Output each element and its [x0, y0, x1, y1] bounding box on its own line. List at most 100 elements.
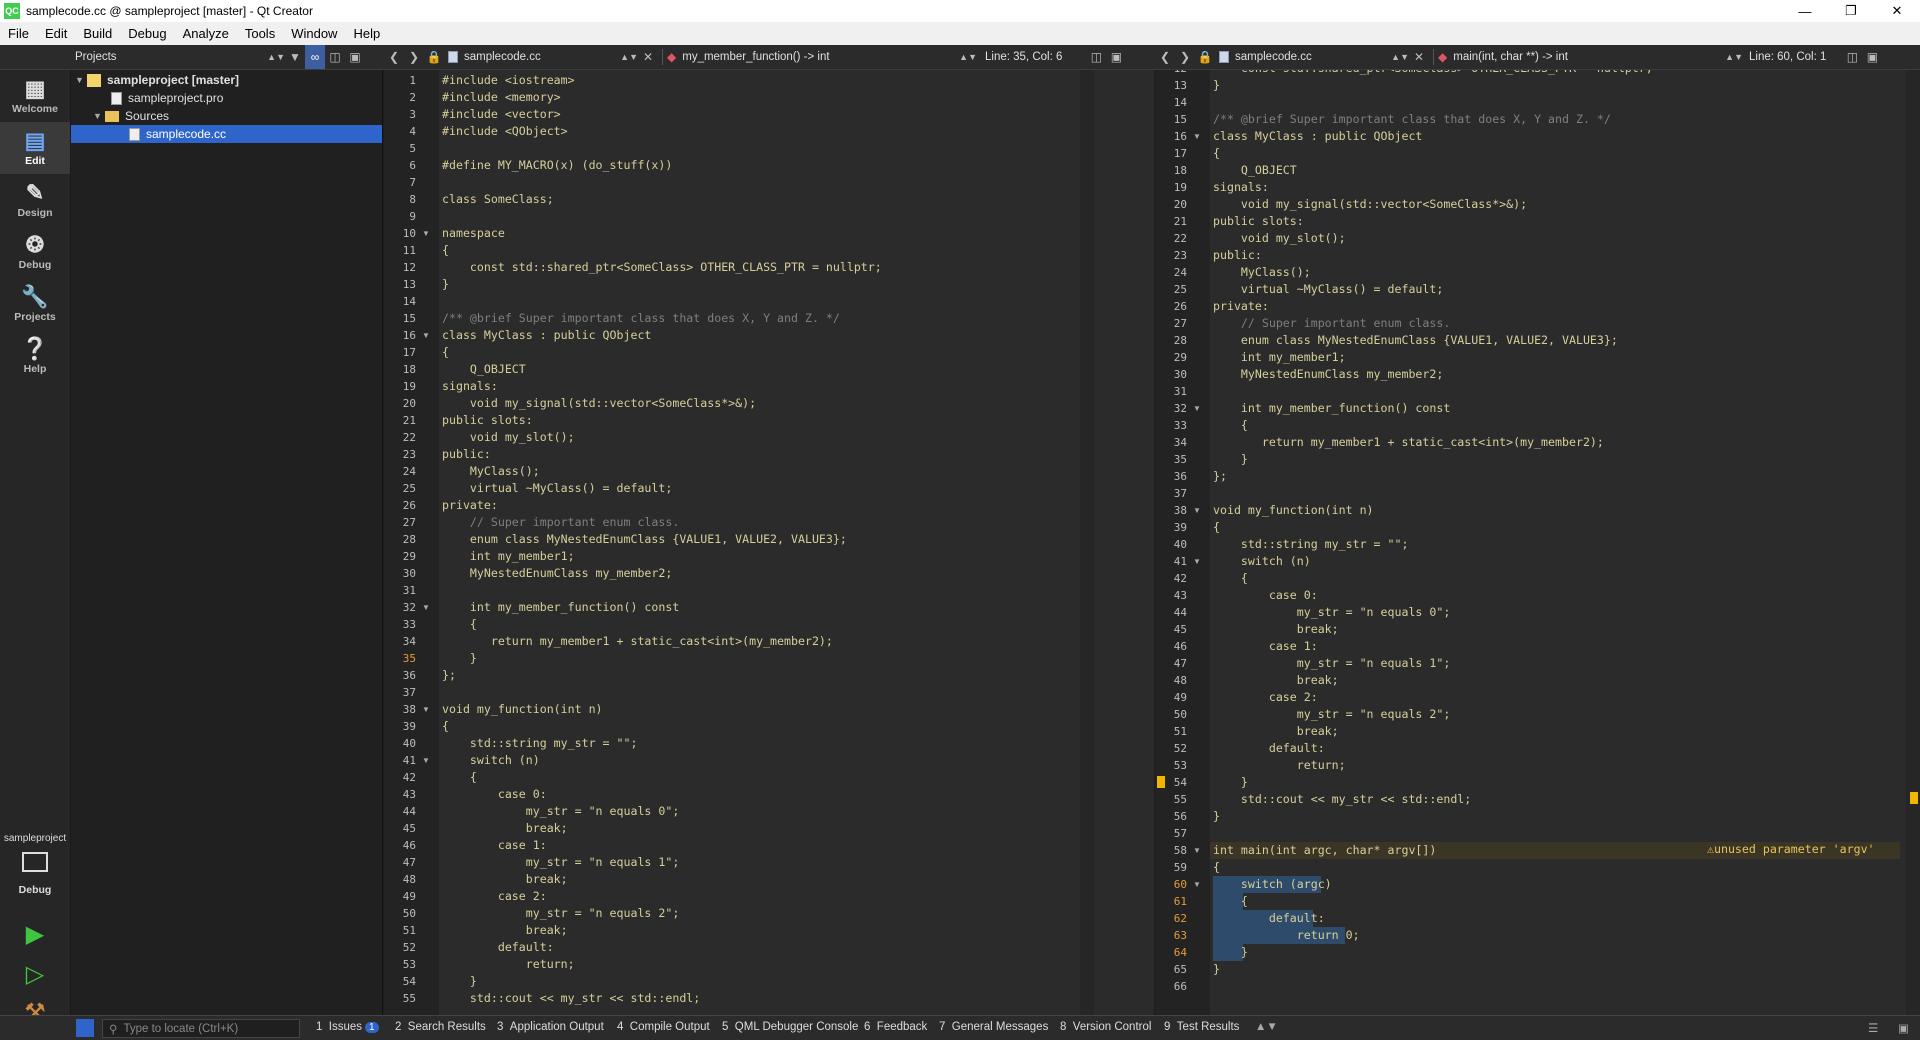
pane-search-results[interactable]: 2 Search Results: [395, 1021, 486, 1033]
code-line[interactable]: my_str = "n equals 2";: [1213, 706, 1451, 723]
code-line[interactable]: break;: [442, 922, 568, 939]
code-line[interactable]: {: [442, 769, 477, 786]
code-line[interactable]: my_str = "n equals 1";: [1213, 655, 1451, 672]
forward-arrow-icon[interactable]: ❯: [404, 45, 424, 69]
code-line[interactable]: signals:: [1213, 179, 1269, 196]
code-line[interactable]: std::string my_str = "";: [1213, 536, 1409, 553]
code-line[interactable]: #include <QObject>: [442, 123, 568, 140]
pane-test-results[interactable]: 9 Test Results: [1164, 1021, 1239, 1033]
code-line[interactable]: my_str = "n equals 2";: [442, 905, 680, 922]
right-file-selector[interactable]: samplecode.cc ▲▼: [1219, 51, 1409, 63]
code-line[interactable]: }: [1213, 451, 1248, 468]
code-line[interactable]: }: [442, 276, 449, 293]
code-line[interactable]: {: [1213, 417, 1248, 434]
code-line[interactable]: signals:: [442, 378, 498, 395]
code-line[interactable]: case 2:: [1213, 689, 1318, 706]
toggle-progress-icon[interactable]: ☰: [1868, 1021, 1878, 1035]
code-line[interactable]: {: [1213, 570, 1248, 587]
collapse-arrow-icon[interactable]: ▼: [93, 111, 105, 121]
code-line[interactable]: {: [1213, 893, 1248, 910]
code-line[interactable]: // Super important enum class.: [442, 514, 679, 531]
code-line[interactable]: return 0;: [1213, 927, 1360, 944]
code-line[interactable]: int my_member_function() const: [1213, 400, 1450, 417]
code-line[interactable]: enum class MyNestedEnumClass {VALUE1, VA…: [442, 531, 847, 548]
code-line[interactable]: case 1:: [442, 837, 547, 854]
fold-arrow-icon[interactable]: ▼: [1193, 557, 1201, 566]
code-line[interactable]: return;: [442, 956, 575, 973]
fold-arrow-icon[interactable]: ▼: [1193, 132, 1201, 141]
debug-run-button[interactable]: ▷: [22, 962, 48, 988]
tree-pro-file[interactable]: sampleproject.pro: [111, 89, 223, 107]
code-line[interactable]: break;: [1213, 672, 1339, 689]
code-line[interactable]: break;: [442, 820, 568, 837]
code-line[interactable]: void my_slot();: [1213, 230, 1346, 247]
code-line[interactable]: public:: [1213, 247, 1262, 264]
mode-edit[interactable]: ▤ Edit: [0, 122, 70, 174]
code-line[interactable]: {: [1213, 145, 1220, 162]
minimize-button[interactable]: —: [1782, 0, 1828, 22]
split-editor-icon[interactable]: ◫: [1086, 45, 1106, 69]
code-line[interactable]: void my_signal(std::vector<SomeClass*>&)…: [1213, 196, 1527, 213]
back-arrow-icon[interactable]: ❮: [384, 45, 404, 69]
pane-compile-output[interactable]: 4 Compile Output: [617, 1021, 710, 1033]
code-line[interactable]: int main(int argc, char* argv[]): [1213, 842, 1436, 859]
code-line[interactable]: private:: [1213, 298, 1269, 315]
code-line[interactable]: default:: [1213, 910, 1325, 927]
left-file-selector[interactable]: samplecode.cc ▲▼: [448, 51, 638, 63]
kit-selector[interactable]: sampleproject Debug: [0, 833, 70, 896]
split-editor-icon[interactable]: ◫: [1842, 45, 1862, 69]
code-line[interactable]: return;: [1213, 757, 1346, 774]
code-line[interactable]: MyClass();: [1213, 264, 1311, 281]
fold-arrow-icon[interactable]: ▼: [1193, 404, 1201, 413]
code-line[interactable]: case 1:: [1213, 638, 1318, 655]
close-split-icon[interactable]: ▣: [1106, 45, 1126, 69]
code-line[interactable]: my_str = "n equals 1";: [442, 854, 680, 871]
code-line[interactable]: }: [1213, 944, 1248, 961]
mode-design[interactable]: ✎ Design: [0, 174, 70, 226]
menu-tools[interactable]: Tools: [237, 26, 283, 41]
close-file-icon[interactable]: ✕: [1409, 45, 1429, 69]
toggle-output-icon[interactable]: ▣: [1898, 1021, 1909, 1035]
code-line[interactable]: MyNestedEnumClass my_member2;: [1213, 366, 1443, 383]
code-line[interactable]: {: [442, 344, 449, 361]
code-line[interactable]: private:: [442, 497, 498, 514]
code-line[interactable]: MyNestedEnumClass my_member2;: [442, 565, 672, 582]
fold-arrow-icon[interactable]: ▼: [1193, 880, 1201, 889]
fold-arrow-icon[interactable]: ▼: [422, 756, 430, 765]
pane-qml-debugger[interactable]: 5 QML Debugger Console: [722, 1021, 858, 1033]
right-editor-scrollbar[interactable]: [1906, 70, 1920, 1015]
code-line[interactable]: default:: [442, 939, 554, 956]
code-line[interactable]: class MyClass : public QObject: [1213, 128, 1422, 145]
code-line[interactable]: }: [1213, 774, 1248, 791]
code-line[interactable]: std::string my_str = "";: [442, 735, 638, 752]
code-line[interactable]: case 0:: [1213, 587, 1318, 604]
code-line[interactable]: void my_function(int n): [1213, 502, 1374, 519]
menu-file[interactable]: File: [0, 26, 37, 41]
pane-issues[interactable]: 1 Issues 1: [316, 1021, 379, 1033]
menu-window[interactable]: Window: [283, 26, 345, 41]
menu-build[interactable]: Build: [75, 26, 120, 41]
back-arrow-icon[interactable]: ❮: [1155, 45, 1175, 69]
close-sidebar-icon[interactable]: ▣: [345, 45, 365, 69]
code-line[interactable]: };: [1213, 468, 1227, 485]
code-line[interactable]: // Super important enum class.: [1213, 315, 1450, 332]
tree-project-root[interactable]: ▼ sampleproject [master]: [75, 71, 239, 89]
pane-feedback[interactable]: 6 Feedback: [864, 1021, 927, 1033]
code-line[interactable]: int my_member1;: [442, 548, 575, 565]
forward-arrow-icon[interactable]: ❯: [1175, 45, 1195, 69]
projects-view-selector[interactable]: Projects ▲▼: [75, 51, 285, 63]
close-split-icon[interactable]: ▣: [1862, 45, 1882, 69]
menu-edit[interactable]: Edit: [37, 26, 75, 41]
left-symbol-selector[interactable]: ◆ my_member_function() -> int ▲▼: [667, 50, 977, 64]
link-icon[interactable]: ∞: [305, 45, 325, 69]
left-editor-scrollbar[interactable]: [1080, 70, 1094, 1015]
code-line[interactable]: my_str = "n equals 0";: [442, 803, 680, 820]
more-panes-icon[interactable]: ▲▼: [1255, 1021, 1278, 1033]
code-line[interactable]: break;: [1213, 723, 1339, 740]
menu-debug[interactable]: Debug: [120, 26, 174, 41]
code-line[interactable]: int my_member_function() const: [442, 599, 679, 616]
close-file-icon[interactable]: ✕: [638, 45, 658, 69]
locator-input[interactable]: ⚲ Type to locate (Ctrl+K): [102, 1019, 300, 1038]
code-line[interactable]: switch (argc): [1213, 876, 1332, 893]
fold-arrow-icon[interactable]: ▼: [422, 705, 430, 714]
